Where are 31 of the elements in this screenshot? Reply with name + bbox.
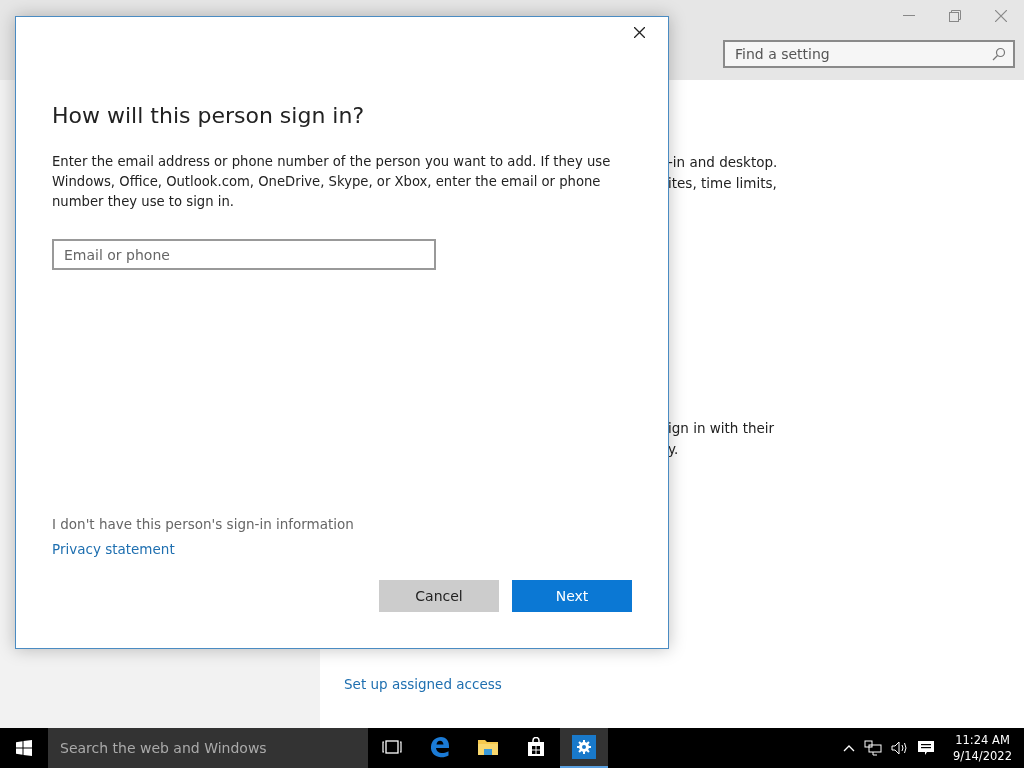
description-text: ites, time limits,: [668, 174, 778, 193]
speaker-icon[interactable]: [891, 740, 910, 756]
notification-icon[interactable]: [918, 740, 935, 756]
windows-icon: [16, 740, 32, 756]
no-info-link[interactable]: I don't have this person's sign-in information: [52, 516, 354, 532]
clock-time: 11:24 AM: [955, 732, 1010, 748]
folder-icon: [477, 738, 499, 756]
gear-icon: [572, 735, 596, 759]
close-icon[interactable]: [634, 27, 645, 38]
next-button[interactable]: Next: [512, 580, 632, 612]
dialog-description: Enter the email address or phone number of the person you want to add. If they use Windows, Office, Outlook.com, OneDrive, Skype, or Xbox, enter the email or phone number they use to sign in.: [52, 153, 612, 211]
privacy-link[interactable]: Privacy statement: [52, 541, 175, 557]
taskbar-search-field[interactable]: Search the web and Windows: [48, 728, 368, 768]
task-view-icon: [382, 740, 402, 754]
network-icon[interactable]: [864, 740, 883, 756]
restore-icon[interactable]: [949, 10, 961, 22]
minimize-icon[interactable]: [903, 15, 915, 17]
description-text: -in and desktop.: [668, 153, 779, 172]
chevron-up-icon[interactable]: [843, 744, 856, 752]
browser-e-icon: [429, 736, 451, 758]
clock-date: 9/14/2022: [953, 748, 1012, 764]
cancel-button[interactable]: Cancel: [379, 580, 499, 612]
assigned-access-link[interactable]: Set up assigned access: [344, 676, 502, 692]
description-text: ign in with their: [668, 419, 776, 438]
shopping-bag-icon: [526, 737, 546, 757]
search-field[interactable]: Find a setting: [723, 40, 1015, 68]
description-text: y.: [668, 440, 680, 459]
taskbar-app-button[interactable]: [560, 728, 608, 768]
email-field[interactable]: Email or phone: [52, 239, 436, 270]
search-icon: [992, 47, 1006, 61]
dialog-title: How will this person sign in?: [52, 103, 365, 128]
